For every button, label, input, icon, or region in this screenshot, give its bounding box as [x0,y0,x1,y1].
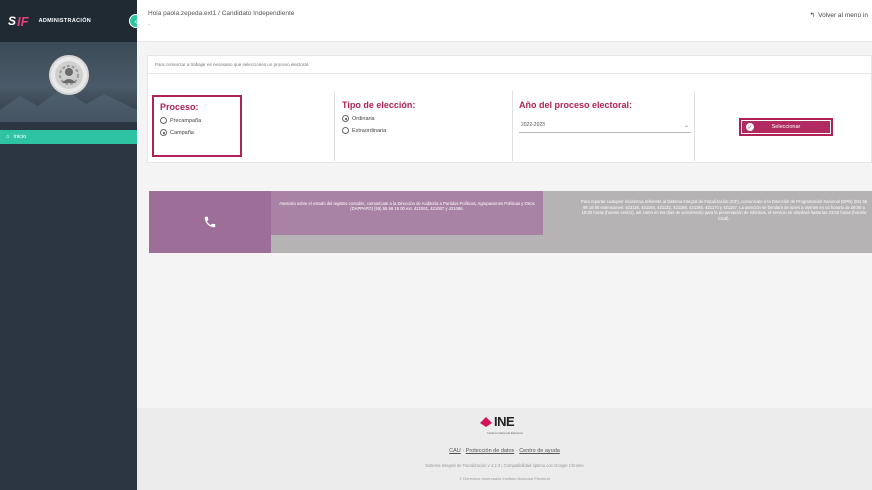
sidebar-item-label: Inicio [13,134,27,140]
logo-s: S [8,14,17,28]
radio-selected-icon [160,129,167,136]
dappapo-text: Asesoría sobre el estado del registro co… [271,191,543,235]
top-bar: Hola paola.zepeda.ext1 / Candidato Indep… [137,0,872,42]
dappapo-panel: Asesoría sobre el estado del registro co… [271,191,576,253]
dpn-text: Para reportar cualquier incidencia refer… [576,191,872,253]
chevron-down-icon: ⌄ [683,123,689,129]
back-arrow-icon: ↰ [809,12,816,19]
radio-label: Precampaña [170,117,202,124]
radio-extraordinaria[interactable]: Extraordinaria [342,127,415,134]
radio-icon [160,117,167,124]
check-circle-icon: ✓ [746,123,754,131]
proceso-group: Proceso: Precampaña Campaña [152,95,242,157]
back-link-label: Volver al menú in [818,11,868,19]
tipo-title: Tipo de elección: [342,100,416,110]
anio-group: Año del proceso electoral: [519,100,632,110]
footer-links: CAU · Protección de datos · Centro de ay… [137,448,872,454]
divider [148,73,872,74]
instruction-text: Para comenzar a trabajar es necesario qu… [155,62,310,67]
profile-area [0,42,137,122]
seleccionar-button-frame: ✓ Seleccionar [739,118,833,136]
proceso-title: Proceso: [160,102,199,112]
help-center-link[interactable]: Centro de ayuda [519,448,560,454]
seleccionar-button[interactable]: ✓ Seleccionar [742,121,830,133]
process-selection-panel: Para comenzar a trabajar es necesario qu… [147,55,872,163]
copyright-text: © Derechos reservados Instituto Nacional… [459,476,550,481]
sidebar-item-inicio[interactable]: ⌂ Inicio [0,130,137,144]
logo-if: IF [17,13,29,29]
ine-logo-text: INE [494,414,515,429]
column-divider [512,91,513,161]
version-text: Sistema Integral de Fiscalización v 4.2.… [425,463,584,468]
radio-icon [342,127,349,134]
radio-label: Extraordinaria [352,127,387,134]
back-to-menu-link[interactable]: ↰ Volver al menú in [809,11,868,20]
anio-select-value: 2022-2023 [521,122,545,128]
column-divider [694,91,695,161]
ine-logo: INE [480,414,515,429]
support-banner: Asesoría sobre el estado del registro co… [149,191,872,253]
column-divider [334,91,335,161]
ine-subtitle: Instituto Nacional Electoral [487,431,523,435]
radio-label: Campaña [170,129,194,136]
radio-precampana[interactable]: Precampaña [160,117,234,124]
avatar[interactable] [49,55,89,95]
sidebar-title: ADMINISTRACIÓN [38,18,92,24]
footer: INE Instituto Nacional Electoral CAU · P… [137,408,872,490]
radio-ordinaria[interactable]: Ordinaria [342,115,415,122]
tipo-group: Tipo de elección: Ordinaria Extraordinar… [342,100,415,134]
sidebar-header: S IF ADMINISTRACIÓN ‹ [0,0,143,42]
subtitle-text: - [148,22,150,28]
home-icon: ⌂ [6,134,10,140]
phone-panel [149,191,271,253]
greeting-text: Hola paola.zepeda.ext1 / Candidato Indep… [148,10,295,17]
anio-select[interactable]: 2022-2023 ⌄ [519,119,691,133]
radio-selected-icon [342,115,349,122]
radio-label: Ordinaria [352,115,375,122]
sif-logo: S IF [8,14,29,29]
seleccionar-label: Seleccionar [771,124,801,130]
privacy-link[interactable]: Protección de datos [466,448,515,454]
radio-campana[interactable]: Campaña [160,129,234,136]
sidebar: S IF ADMINISTRACIÓN ‹ ⌂ Inicio [0,0,143,490]
user-avatar-icon [55,61,83,89]
anio-title: Año del proceso electoral: [519,100,633,110]
ine-symbol-icon [480,416,492,427]
phone-icon [204,216,216,228]
cau-link[interactable]: CAU [449,448,461,454]
